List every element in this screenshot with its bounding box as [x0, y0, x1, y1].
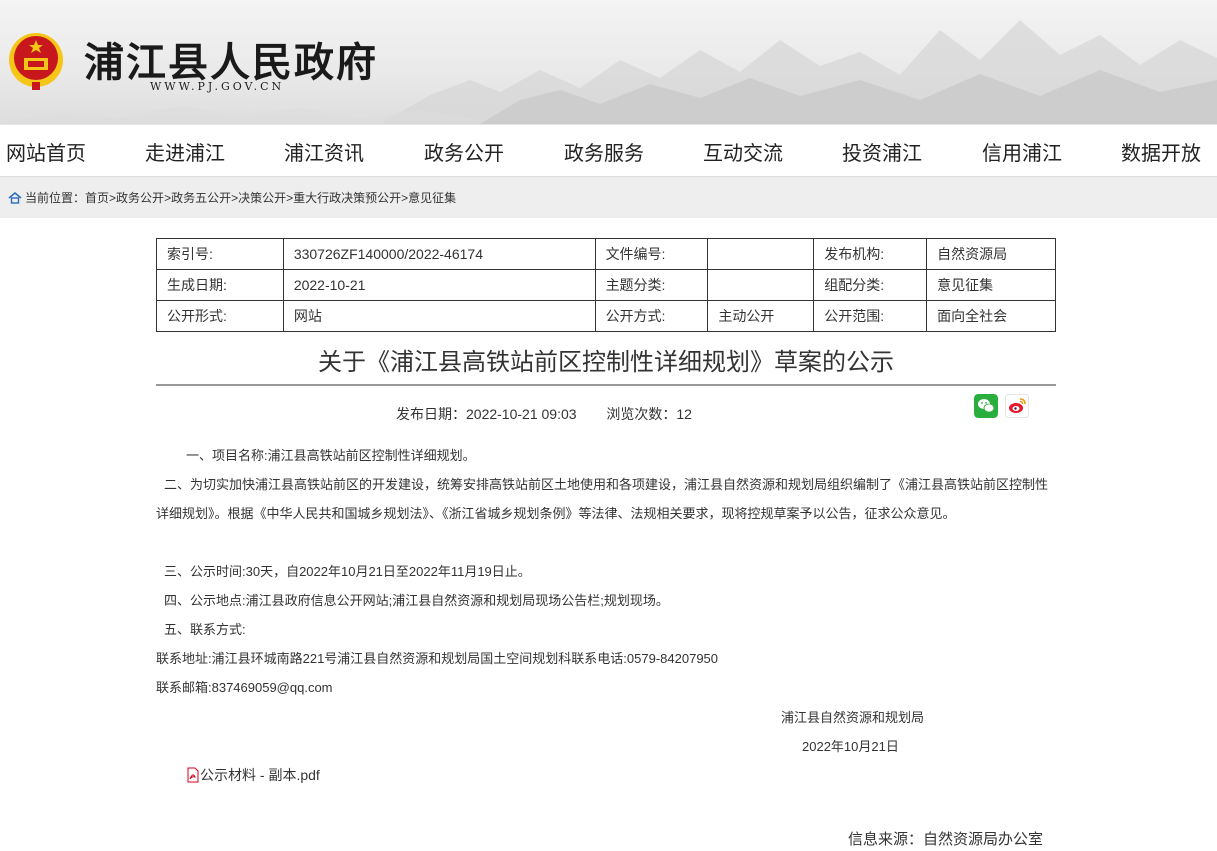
article-title: 关于《浦江县高铁站前区控制性详细规划》草案的公示 [318, 349, 894, 376]
paragraph-contact-email: 联系邮箱:837469059@qq.com [156, 680, 333, 695]
nav-item-gov-open[interactable]: 政务公开 [424, 137, 504, 166]
breadcrumb-separator: > [231, 190, 239, 205]
title-divider [156, 384, 1056, 386]
site-url: WWW.PJ.GOV.CN [150, 80, 285, 93]
breadcrumb-prefix: 当前位置： [25, 191, 86, 205]
pdf-file-icon [187, 767, 199, 783]
breadcrumb-home[interactable]: 首页 [85, 189, 109, 206]
paragraph-background: 二、为切实加快浦江县高铁站前区的开发建设，统筹安排高铁站前区土地使用和各项建设，… [156, 477, 1049, 521]
meta-value: 网站 [282, 300, 596, 332]
breadcrumb-separator: > [164, 190, 172, 205]
meta-label: 公开方式: [594, 300, 709, 332]
source-label: 信息来源： [848, 831, 924, 848]
meta-value [707, 238, 815, 270]
meta-label: 发布机构: [813, 238, 928, 270]
views-count: 12 [676, 406, 692, 422]
meta-value [707, 269, 815, 301]
paragraph-contact-address: 联系地址:浦江县环城南路221号浦江县自然资源和规划局国土空间规划科联系电话:0… [156, 651, 719, 666]
info-source: 信息来源：自然资源局办公室 [848, 828, 1043, 849]
meta-value: 主动公开 [707, 300, 815, 332]
meta-value: 自然资源局 [926, 238, 1056, 270]
source-value: 自然资源局办公室 [923, 831, 1044, 848]
nav-item-invest[interactable]: 投资浦江 [842, 137, 922, 166]
breadcrumb-separator: > [401, 190, 409, 205]
meta-value: 意见征集 [926, 269, 1056, 301]
publish-date: 2022-10-21 09:03 [466, 406, 577, 422]
signature-organization: 浦江县自然资源和规划局 [781, 710, 925, 725]
meta-label: 主题分类: [594, 269, 709, 301]
breadcrumb-major-decision[interactable]: 重大行政决策预公开 [293, 189, 401, 206]
breadcrumb-opinion[interactable]: 意见征集 [408, 189, 456, 206]
header-banner: 浦江县人民政府 WWW.PJ.GOV.CN [0, 0, 1217, 124]
table-row: 生成日期: 2022-10-21 主题分类: 组配分类: 意见征集 [156, 269, 1056, 301]
paragraph-project-name: 一、项目名称:浦江县高铁站前区控制性详细规划。 [186, 448, 476, 463]
table-row: 索引号: 330726ZF140000/2022-46174 文件编号: 发布机… [156, 238, 1056, 270]
national-emblem-icon [9, 33, 63, 90]
breadcrumb-separator: > [286, 190, 294, 205]
meta-value: 330726ZF140000/2022-46174 [282, 238, 596, 270]
meta-label: 公开范围: [813, 300, 928, 332]
paragraph-period: 三、公示时间:30天，自2022年10月21日至2022年11月19日止。 [164, 564, 531, 579]
paragraph-contact-heading: 五、联系方式: [164, 622, 246, 637]
main-nav: 网站首页 走进浦江 浦江资讯 政务公开 政务服务 互动交流 投资浦江 信用浦江 … [0, 124, 1217, 175]
publish-info: 发布日期：2022-10-21 09:03 浏览次数：12 [396, 404, 692, 424]
nav-item-home[interactable]: 网站首页 [6, 137, 86, 166]
table-row: 公开形式: 网站 公开方式: 主动公开 公开范围: 面向全社会 [156, 300, 1056, 332]
publish-date-label: 发布日期： [396, 406, 466, 422]
nav-item-news[interactable]: 浦江资讯 [284, 137, 364, 166]
attachment-filename[interactable]: 公示材料 - 副本.pdf [200, 765, 320, 785]
meta-label: 生成日期: [156, 269, 284, 301]
nav-item-credit[interactable]: 信用浦江 [982, 137, 1062, 166]
wechat-share-icon[interactable] [974, 394, 998, 418]
attachment-link[interactable]: 公示材料 - 副本.pdf [186, 765, 320, 785]
breadcrumb-five-open[interactable]: 政务五公开 [171, 189, 231, 206]
meta-label: 索引号: [156, 238, 284, 270]
meta-value: 面向全社会 [926, 300, 1056, 332]
meta-label: 文件编号: [594, 238, 709, 270]
meta-value: 2022-10-21 [282, 269, 596, 301]
nav-item-interaction[interactable]: 互动交流 [703, 137, 783, 166]
document-meta-table: 索引号: 330726ZF140000/2022-46174 文件编号: 发布机… [156, 238, 1056, 332]
nav-item-gov-service[interactable]: 政务服务 [564, 137, 644, 166]
breadcrumb: 当前位置： 首页 > 政务公开 > 政务五公开 > 决策公开 > 重大行政决策预公开 > … [0, 176, 1217, 218]
paragraph-location: 四、公示地点:浦江县政府信息公开网站;浦江县自然资源和规划局现场公告栏;规划现场… [164, 593, 669, 608]
nav-item-data-open[interactable]: 数据开放 [1121, 137, 1201, 166]
meta-label: 组配分类: [813, 269, 928, 301]
nav-item-about[interactable]: 走进浦江 [145, 137, 225, 166]
meta-label: 公开形式: [156, 300, 284, 332]
breadcrumb-separator: > [109, 190, 117, 205]
signature-date: 2022年10月21日 [802, 739, 899, 754]
weibo-share-icon[interactable] [1005, 394, 1029, 418]
views-label: 浏览次数： [606, 406, 677, 422]
breadcrumb-gov-open[interactable]: 政务公开 [116, 189, 164, 206]
breadcrumb-decision-open[interactable]: 决策公开 [238, 189, 286, 206]
home-icon [8, 191, 22, 204]
